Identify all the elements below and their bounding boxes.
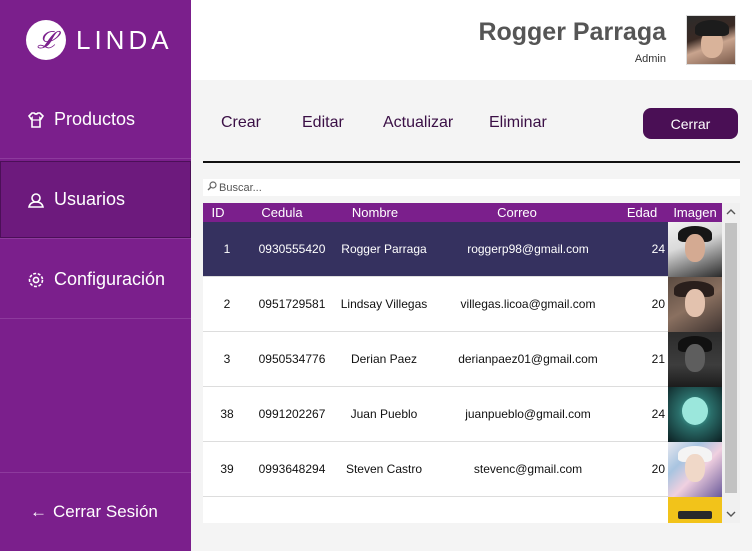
header: Rogger Parraga Admin [191,0,752,80]
cell-cedula: 0930555420 [258,242,326,256]
scroll-thumb[interactable] [725,223,737,493]
user-photo [668,442,722,497]
cell-edad: 24 [651,407,665,421]
column-header-edad[interactable]: Edad [621,205,663,220]
avatar [686,15,736,65]
editar-button[interactable]: Editar [302,114,344,132]
cell-cedula: 0951729581 [258,297,326,311]
sidebar-item-label: Usuarios [54,189,126,209]
cell-id: 39 [220,462,234,476]
sidebar-item-label: Productos [54,109,136,129]
cell-cedula: 0993648294 [258,462,326,476]
search-input[interactable] [219,181,719,194]
sidebar-item-productos[interactable]: Productos [0,81,191,159]
cell-correo: roggerp98@gmail.com [467,242,589,256]
scroll-up-icon[interactable] [722,203,740,221]
cell-id: 2 [223,297,231,311]
table-header: ID Cedula Nombre Correo Edad Imagen [203,203,722,222]
sidebar-item-usuarios[interactable]: Usuarios [0,161,191,239]
sidebar-item-configuracion[interactable]: Configuración [0,241,191,319]
user-photo [668,277,722,332]
avatar-hair [695,20,729,36]
cell-correo: derianpaez01@gmail.com [458,352,598,366]
toolbar: Crear Editar Actualizar Eliminar Cerrar [191,80,752,160]
cell-edad: 21 [651,352,665,366]
user-photo [668,222,722,277]
actualizar-button[interactable]: Actualizar [383,114,453,132]
table-row[interactable]: 1 0930555420 Rogger Parraga roggerp98@gm… [203,222,722,277]
cell-nombre: Steven Castro [345,462,423,476]
gear-icon [26,270,46,290]
user-photo [668,387,722,442]
scroll-down-icon[interactable] [722,505,740,523]
logout-label: Cerrar Sesión [53,502,158,521]
cell-edad: 20 [651,297,665,311]
eliminar-button[interactable]: Eliminar [489,114,547,132]
table-row[interactable]: 3 0950534776 Derian Paez derianpaez01@gm… [203,332,722,387]
user-photo [668,332,722,387]
column-header-correo[interactable]: Correo [465,205,569,220]
app-logo: 𝓛 LINDA [0,0,191,80]
cell-correo: villegas.licoa@gmail.com [460,297,596,311]
cell-edad: 24 [651,242,665,256]
cell-nombre: Derian Paez [350,352,418,366]
users-table: ID Cedula Nombre Correo Edad Imagen 1 09… [203,203,740,523]
cell-nombre: Juan Pueblo [350,407,418,421]
column-header-cedula[interactable]: Cedula [251,205,313,220]
user-role: Admin [634,53,666,65]
logo-text: LINDA [76,24,173,55]
table-row[interactable]: 2 0951729581 Lindsay Villegas villegas.l… [203,277,722,332]
cell-correo: stevenc@gmail.com [473,462,583,476]
user-icon [26,190,46,210]
user-photo [668,497,722,523]
divider [203,161,740,163]
arrow-left-icon: ← [30,502,47,521]
table-row[interactable]: 38 0991202267 Juan Pueblo juanpueblo@gma… [203,387,722,442]
logout-button[interactable]: ← Cerrar Sesión [0,472,191,551]
logo-mark: 𝓛 [26,20,66,60]
table-row[interactable]: 39 0993648294 Steven Castro stevenc@gmai… [203,442,722,497]
table-row-partial[interactable] [203,497,722,523]
table-body: 1 0930555420 Rogger Parraga roggerp98@gm… [203,222,722,523]
column-header-imagen[interactable]: Imagen [665,205,725,220]
cell-id: 3 [223,352,231,366]
search-icon [207,181,217,194]
column-header-id[interactable]: ID [203,205,233,220]
cell-nombre: Lindsay Villegas [340,297,428,311]
user-name: Rogger Parraga [478,18,666,46]
crear-button[interactable]: Crear [221,114,261,132]
cerrar-button[interactable]: Cerrar [643,108,738,139]
search-bar[interactable] [203,179,740,196]
cell-nombre: Rogger Parraga [341,242,427,256]
column-header-nombre[interactable]: Nombre [333,205,417,220]
cell-cedula: 0950534776 [258,352,326,366]
cell-id: 38 [220,407,234,421]
table-scrollbar[interactable] [722,203,740,523]
sidebar: 𝓛 LINDA Productos Usuarios Configuración… [0,0,191,551]
shirt-icon [26,110,46,130]
sidebar-item-label: Configuración [54,269,166,289]
cell-cedula: 0991202267 [258,407,326,421]
cell-id: 1 [223,242,231,256]
cell-edad: 20 [651,462,665,476]
cell-correo: juanpueblo@gmail.com [465,407,591,421]
